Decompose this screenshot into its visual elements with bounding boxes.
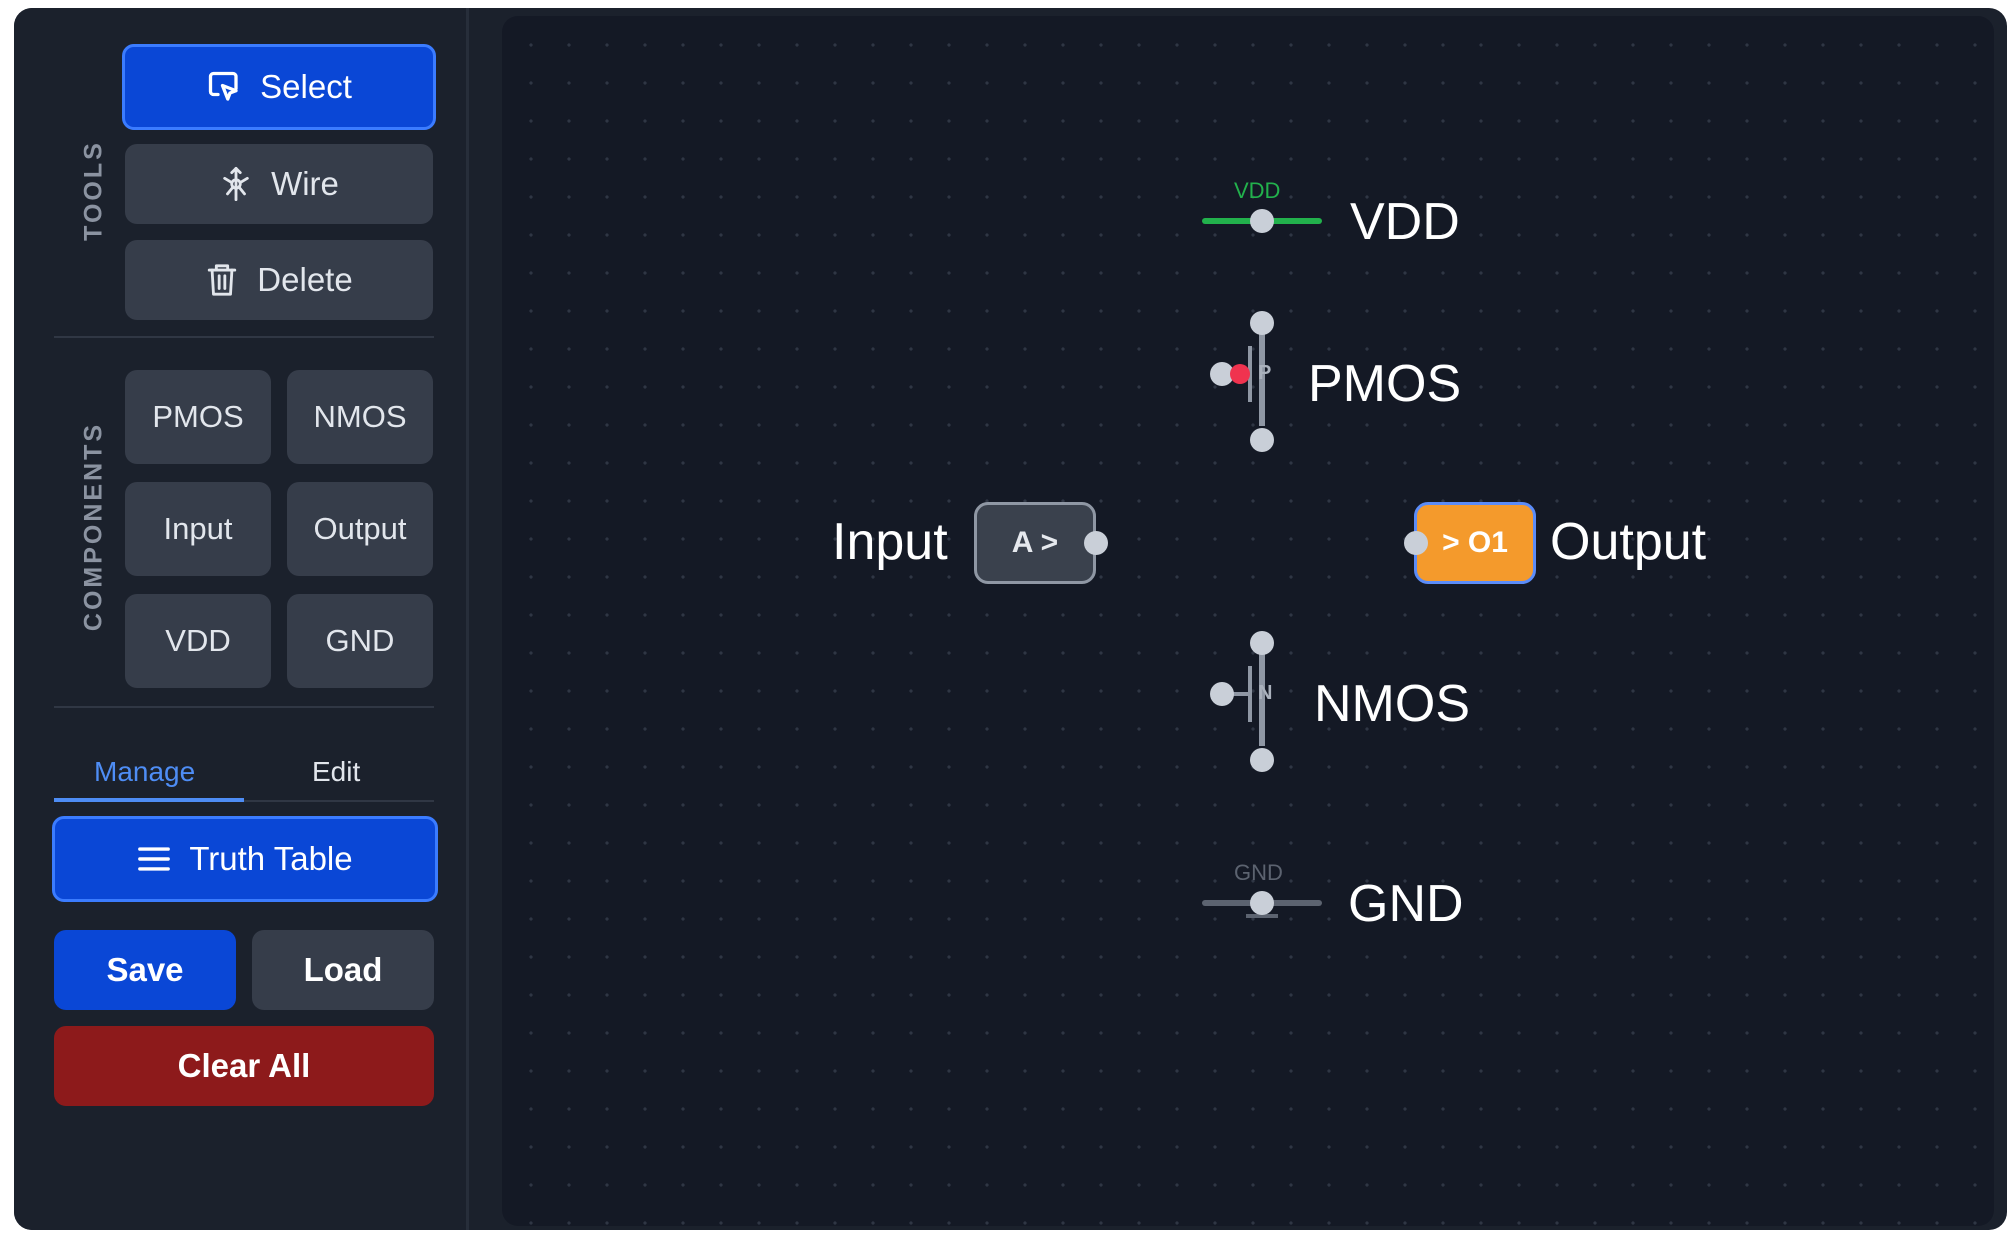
truth-table-button[interactable]: Truth Table <box>52 816 438 902</box>
sidebar: TOOLS Select Wire Delete COMPONENTS PMOS… <box>14 8 469 1230</box>
nmos-source-pin[interactable] <box>1250 748 1274 772</box>
tab-active-indicator <box>54 798 244 802</box>
pmos-drain-pin[interactable] <box>1250 311 1274 335</box>
component-gnd-button[interactable]: GND <box>287 594 433 688</box>
tab-edit[interactable]: Edit <box>312 756 360 788</box>
input-node[interactable]: A > <box>974 502 1096 584</box>
nmos-drain-pin[interactable] <box>1250 631 1274 655</box>
nmos-label: NMOS <box>1314 675 1470 733</box>
components-heading: COMPONENTS <box>79 421 108 632</box>
tools-divider <box>54 336 434 338</box>
vdd-pin[interactable] <box>1250 209 1274 233</box>
delete-tool-label: Delete <box>257 261 353 298</box>
select-tool-button[interactable]: Select <box>122 44 436 130</box>
circuit-canvas[interactable]: VDD VDD P PMOS Input A > > O1 Output N N… <box>502 16 1994 1226</box>
output-pin[interactable] <box>1404 531 1428 555</box>
nmos-transistor[interactable]: N <box>1202 626 1322 776</box>
delete-tool-button[interactable]: Delete <box>125 240 433 320</box>
wire-icon <box>223 167 249 201</box>
app-window: TOOLS Select Wire Delete COMPONENTS PMOS… <box>14 8 2007 1230</box>
wire-tool-label: Wire <box>271 165 339 202</box>
select-tool-label: Select <box>260 68 352 105</box>
clear-all-button[interactable]: Clear All <box>54 1026 434 1106</box>
tools-heading: TOOLS <box>79 140 108 241</box>
gnd-rail-label: GND <box>1234 860 1283 885</box>
gnd-pin[interactable] <box>1250 891 1274 915</box>
gnd-label: GND <box>1348 875 1464 933</box>
pmos-label: PMOS <box>1308 355 1462 413</box>
component-input-button[interactable]: Input <box>125 482 271 576</box>
input-label: Input <box>832 513 948 571</box>
component-output-button[interactable]: Output <box>287 482 433 576</box>
vdd-rail-label: VDD <box>1234 178 1281 203</box>
component-nmos-button[interactable]: NMOS <box>287 370 433 464</box>
truth-table-label: Truth Table <box>189 840 353 877</box>
menu-icon <box>138 847 171 871</box>
pmos-transistor[interactable]: P <box>1202 306 1322 456</box>
save-button[interactable]: Save <box>54 930 236 1010</box>
output-label: Output <box>1550 513 1707 571</box>
nmos-type-letter: N <box>1258 682 1273 704</box>
input-pin[interactable] <box>1084 531 1108 555</box>
components-divider <box>54 706 434 708</box>
trash-icon <box>208 264 237 296</box>
component-vdd-button[interactable]: VDD <box>125 594 271 688</box>
pmos-type-letter: P <box>1258 362 1272 384</box>
vdd-label: VDD <box>1350 193 1460 251</box>
nmos-gate-pin[interactable] <box>1210 682 1234 706</box>
component-pmos-button[interactable]: PMOS <box>125 370 271 464</box>
output-node[interactable]: > O1 <box>1414 502 1536 584</box>
pmos-source-pin[interactable] <box>1250 428 1274 452</box>
select-icon <box>208 71 238 101</box>
tab-manage[interactable]: Manage <box>94 756 195 788</box>
load-button[interactable]: Load <box>252 930 434 1010</box>
wire-tool-button[interactable]: Wire <box>125 144 433 224</box>
pmos-inversion-dot <box>1230 364 1250 384</box>
